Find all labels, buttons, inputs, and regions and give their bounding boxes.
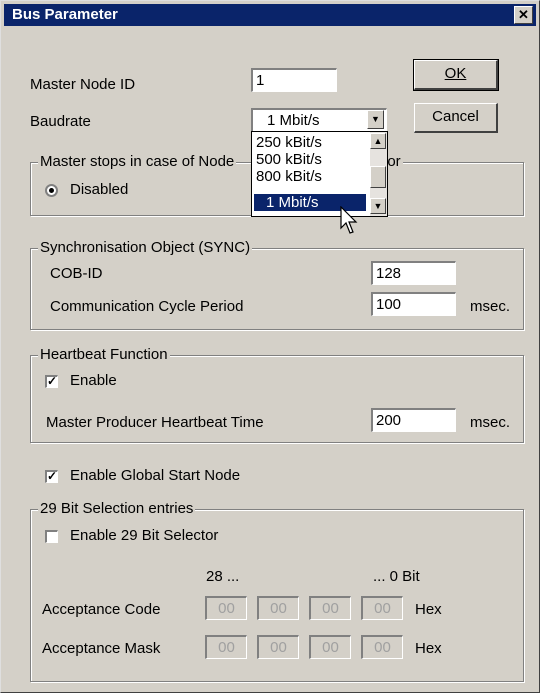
low-bit-label: ... 0 Bit <box>373 568 420 585</box>
ok-button-label: OK <box>444 65 467 82</box>
close-icon: ✕ <box>518 7 529 22</box>
high-bit-label: 28 ... <box>206 568 240 585</box>
chevron-up-icon: ▲ <box>373 136 383 146</box>
acceptance-code-byte[interactable]: 00 <box>309 596 351 620</box>
heartbeat-group-title: Heartbeat Function <box>38 346 170 363</box>
baudrate-option[interactable]: 250 kBit/s <box>254 134 368 151</box>
cancel-button-label: Cancel <box>432 108 479 125</box>
acceptance-code-byte[interactable]: 00 <box>257 596 299 620</box>
bit29-enable-checkbox[interactable] <box>45 530 58 543</box>
baudrate-option[interactable]: 500 kBit/s <box>254 151 368 168</box>
heartbeat-time-unit: msec. <box>470 414 511 431</box>
radio-dot <box>49 188 54 193</box>
bit29-group-title: 29 Bit Selection entries <box>38 500 196 517</box>
heartbeat-enable-checkbox[interactable]: ✓ <box>45 375 58 388</box>
global-start-label: Enable Global Start Node <box>70 467 241 484</box>
cancel-button[interactable]: Cancel <box>414 103 498 133</box>
baudrate-dropdown-button[interactable]: ▼ <box>367 110 384 129</box>
acceptance-code-unit: Hex <box>415 601 442 618</box>
cycle-period-label: Communication Cycle Period <box>50 298 244 315</box>
bit29-enable-label: Enable 29 Bit Selector <box>70 527 219 544</box>
acceptance-code-byte[interactable]: 00 <box>361 596 403 620</box>
acceptance-mask-label: Acceptance Mask <box>42 640 161 657</box>
cob-id-label: COB-ID <box>50 265 103 282</box>
baudrate-label: Baudrate <box>30 113 91 130</box>
title-bar[interactable]: Bus Parameter ✕ <box>4 4 536 26</box>
acceptance-mask-byte[interactable]: 00 <box>309 635 351 659</box>
acceptance-code-label: Acceptance Code <box>42 601 161 618</box>
dialog-title: Bus Parameter <box>12 6 118 23</box>
baudrate-option[interactable]: 800 kBit/s <box>254 168 368 185</box>
acceptance-mask-unit: Hex <box>415 640 442 657</box>
master-stops-group-title: Master stops in case of Node <box>38 153 237 170</box>
mouse-cursor-icon <box>340 206 358 234</box>
scrollbar-thumb[interactable] <box>370 166 386 188</box>
chevron-down-icon: ▼ <box>371 114 380 124</box>
acceptance-mask-byte[interactable]: 00 <box>257 635 299 659</box>
heartbeat-time-input[interactable]: 200 <box>371 408 456 432</box>
disabled-radio[interactable] <box>45 184 58 197</box>
scroll-down-button[interactable]: ▼ <box>370 198 386 214</box>
heartbeat-enable-label: Enable <box>70 372 117 389</box>
baudrate-dropdown-list[interactable]: 250 kBit/s 500 kBit/s 800 kBit/s 1 Mbit/… <box>251 131 388 217</box>
sync-group-title: Synchronisation Object (SYNC) <box>38 239 253 256</box>
scroll-up-button[interactable]: ▲ <box>370 133 386 149</box>
cob-id-input[interactable]: 128 <box>371 261 456 285</box>
close-button[interactable]: ✕ <box>514 6 533 24</box>
acceptance-mask-byte[interactable]: 00 <box>361 635 403 659</box>
baudrate-selected-value: 1 Mbit/s <box>267 112 320 129</box>
acceptance-mask-byte[interactable]: 00 <box>205 635 247 659</box>
ok-button[interactable]: OK <box>413 59 499 91</box>
chevron-down-icon: ▼ <box>373 201 383 211</box>
acceptance-code-byte[interactable]: 00 <box>205 596 247 620</box>
cycle-period-unit: msec. <box>470 298 511 315</box>
master-node-id-label: Master Node ID <box>30 76 136 93</box>
cycle-period-input[interactable]: 100 <box>371 292 456 316</box>
heartbeat-time-label: Master Producer Heartbeat Time <box>46 414 264 431</box>
global-start-checkbox[interactable]: ✓ <box>45 470 58 483</box>
master-node-id-input[interactable]: 1 <box>251 68 337 92</box>
disabled-radio-label: Disabled <box>70 181 129 198</box>
